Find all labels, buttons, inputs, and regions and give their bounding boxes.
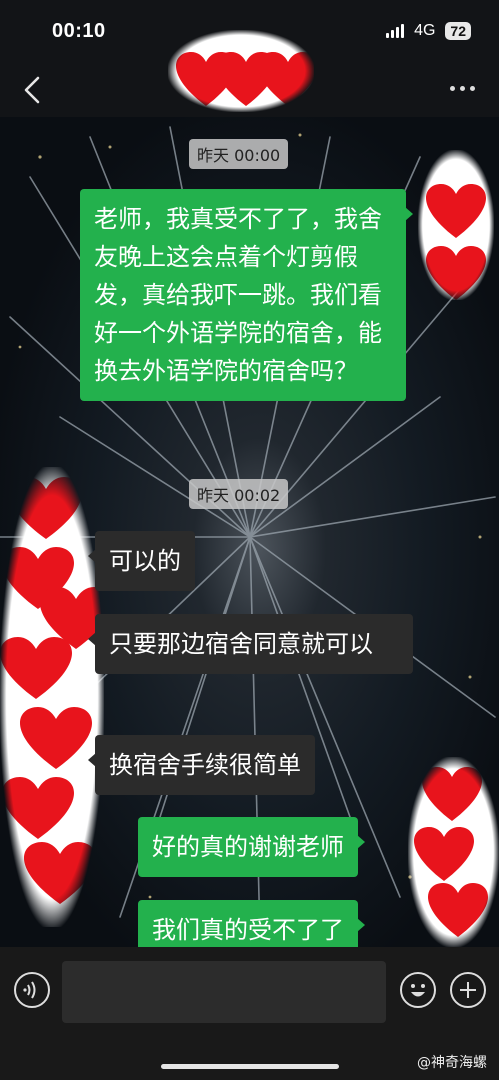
- chat-messages[interactable]: 昨天 00:00 昨天 00:02 老师，我真受不了了，我舍友晚上这会点着个灯剪…: [0, 117, 499, 947]
- home-indicator: [161, 1064, 339, 1069]
- signal-icon: [386, 24, 405, 38]
- message-bubble-sent[interactable]: 老师，我真受不了了，我舍友晚上这会点着个灯剪假发，真给我吓一跳。我们看好一个外语…: [80, 189, 413, 401]
- message-bubble-received[interactable]: 换宿舍手续很简单: [88, 735, 315, 795]
- watermark: @神奇海螺: [417, 1055, 487, 1071]
- heart-icon: [414, 767, 488, 937]
- heart-icon: [426, 184, 486, 300]
- message-bubble-received[interactable]: 只要那边宿舍同意就可以: [88, 614, 413, 674]
- chat-timestamp: 昨天 00:02: [189, 479, 289, 509]
- heart-sticker: [168, 30, 314, 112]
- status-indicators: 4G 72: [386, 22, 471, 40]
- message-bubble-sent[interactable]: 好的真的谢谢老师: [138, 817, 365, 877]
- heart-sticker: [0, 467, 104, 927]
- message-bubble-received[interactable]: 可以的: [88, 531, 195, 591]
- voice-icon[interactable]: [14, 972, 50, 1008]
- smiley-icon[interactable]: [400, 972, 436, 1008]
- heart-sticker: [418, 150, 494, 300]
- chat-timestamp: 昨天 00:00: [189, 139, 289, 169]
- message-bubble-sent[interactable]: 我们真的受不了了: [138, 900, 365, 947]
- status-time: 00:10: [52, 19, 106, 42]
- battery-indicator: 72: [445, 22, 471, 40]
- chevron-left-icon[interactable]: [20, 76, 44, 104]
- message-input[interactable]: [62, 961, 386, 1023]
- ellipsis-icon[interactable]: [450, 86, 475, 91]
- heart-icon: [176, 52, 314, 106]
- heart-sticker: [408, 757, 499, 947]
- plus-icon[interactable]: [450, 972, 486, 1008]
- network-label: 4G: [414, 22, 436, 39]
- heart-icon: [0, 477, 104, 904]
